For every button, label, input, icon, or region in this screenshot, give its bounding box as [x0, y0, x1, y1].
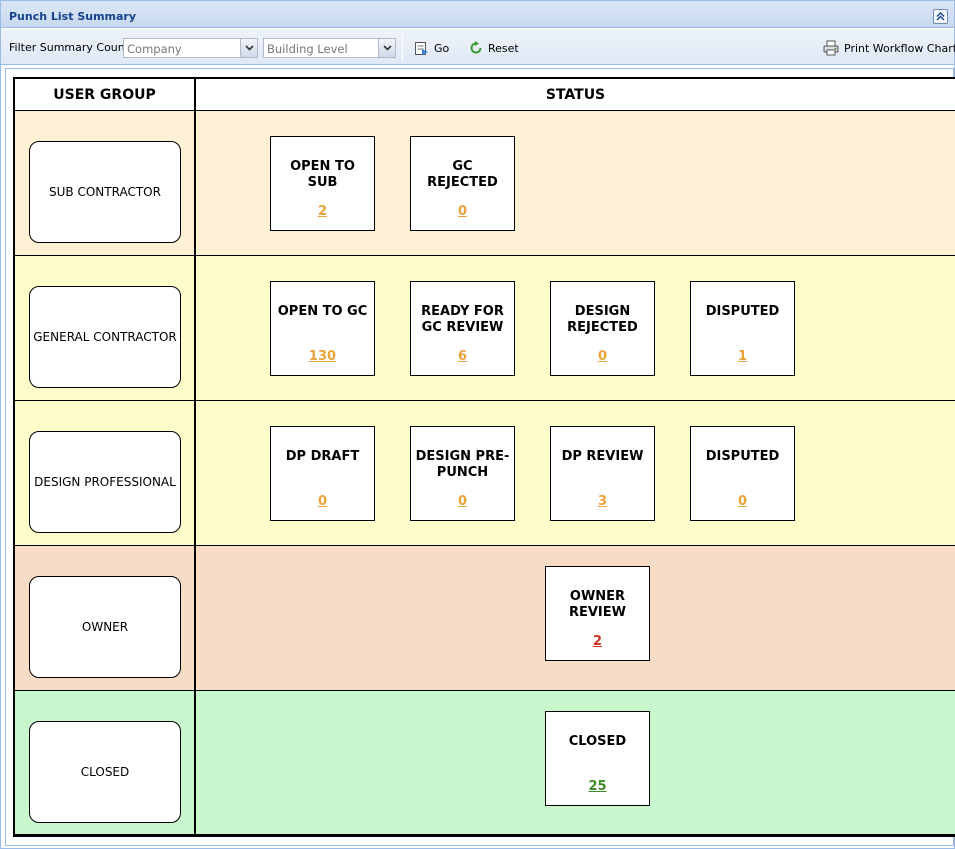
- status-card-dp-draft: DP DRAFT 0: [270, 426, 375, 521]
- building-level-select-value: Building Level: [267, 42, 348, 56]
- row-general-contractor: GENERAL CONTRACTOR OPEN TO GC 130 READY …: [15, 256, 955, 401]
- status-card-owner-review: OWNER REVIEW 2: [545, 566, 650, 661]
- user-group-general-contractor: GENERAL CONTRACTOR: [29, 286, 181, 388]
- status-card-design-pre-punch: DESIGN PRE-PUNCH 0: [410, 426, 515, 521]
- status-card-disputed: DISPUTED 0: [690, 426, 795, 521]
- status-count-link[interactable]: 0: [411, 204, 514, 219]
- user-group-closed: CLOSED: [29, 721, 181, 823]
- status-title: DISPUTED: [705, 304, 780, 319]
- status-card-open-to-gc: OPEN TO GC 130: [270, 281, 375, 376]
- status-title: DESIGN PRE-PUNCH: [415, 449, 510, 480]
- panel-header: Punch List Summary: [1, 1, 954, 28]
- column-divider: [194, 79, 196, 835]
- row-sub-contractor: SUB CONTRACTOR OPEN TO SUB 2 GC REJECTED…: [15, 111, 955, 256]
- status-count-link[interactable]: 3: [551, 494, 654, 509]
- column-header-user-group: USER GROUP: [15, 79, 194, 111]
- status-title: GC REJECTED: [427, 159, 498, 190]
- filter-toolbar: Filter Summary Count: Company Building L…: [1, 29, 955, 65]
- user-group-owner: OWNER: [29, 576, 181, 678]
- building-level-select[interactable]: Building Level: [263, 38, 396, 58]
- company-dropdown-trigger[interactable]: [240, 39, 257, 57]
- status-card-ready-for-gc-review: READY FOR GC REVIEW 6: [410, 281, 515, 376]
- go-icon: [415, 41, 428, 55]
- status-card-closed: CLOSED 25: [545, 711, 650, 806]
- status-count-link[interactable]: 0: [411, 494, 514, 509]
- status-title: DP REVIEW: [561, 449, 644, 464]
- row-closed: CLOSED CLOSED 25: [15, 691, 955, 835]
- user-group-sub-contractor: SUB CONTRACTOR: [29, 141, 181, 243]
- status-count-link[interactable]: 130: [271, 349, 374, 364]
- reset-label: Reset: [488, 41, 519, 55]
- collapse-button[interactable]: [933, 9, 948, 24]
- user-group-design-professional: DESIGN PROFESSIONAL: [29, 431, 181, 533]
- double-chevron-up-icon: [936, 12, 945, 21]
- row-design-professional: DESIGN PROFESSIONAL DP DRAFT 0 DESIGN PR…: [15, 401, 955, 546]
- status-title: DESIGN REJECTED: [567, 304, 638, 335]
- status-title: OWNER REVIEW: [568, 589, 626, 620]
- company-select[interactable]: Company: [123, 38, 258, 58]
- row-owner: OWNER OWNER REVIEW 2: [15, 546, 955, 691]
- reset-button[interactable]: Reset: [469, 38, 519, 58]
- status-title: OPEN TO GC: [277, 304, 368, 319]
- go-label: Go: [434, 41, 450, 55]
- panel-title: Punch List Summary: [9, 10, 137, 23]
- status-card-design-rejected: DESIGN REJECTED 0: [550, 281, 655, 376]
- status-card-open-to-sub: OPEN TO SUB 2: [270, 136, 375, 231]
- status-count-link[interactable]: 2: [271, 204, 374, 219]
- workflow-grid: USER GROUP STATUS SUB CONTRACTOR OPEN TO…: [13, 77, 955, 837]
- status-card-gc-rejected: GC REJECTED 0: [410, 136, 515, 231]
- status-count-link[interactable]: 2: [546, 634, 649, 649]
- building-level-dropdown-trigger[interactable]: [378, 39, 395, 57]
- company-select-value: Company: [127, 42, 182, 56]
- printer-icon: [823, 40, 839, 56]
- status-count-link[interactable]: 0: [691, 494, 794, 509]
- toolbar-separator: [402, 35, 403, 61]
- status-count-link[interactable]: 25: [546, 779, 649, 794]
- status-card-disputed: DISPUTED 1: [690, 281, 795, 376]
- go-button[interactable]: Go: [414, 38, 449, 58]
- print-workflow-chart-button[interactable]: Print Workflow Chart: [823, 38, 955, 58]
- status-title: DP DRAFT: [285, 449, 360, 464]
- filter-summary-label: Filter Summary Count:: [9, 41, 133, 54]
- status-title: OPEN TO SUB: [290, 159, 355, 190]
- status-count-link[interactable]: 6: [411, 349, 514, 364]
- status-title: CLOSED: [568, 734, 627, 749]
- reset-icon: [470, 41, 482, 54]
- status-count-link[interactable]: 1: [691, 349, 794, 364]
- status-count-link[interactable]: 0: [271, 494, 374, 509]
- status-card-dp-review: DP REVIEW 3: [550, 426, 655, 521]
- status-count-link[interactable]: 0: [551, 349, 654, 364]
- column-header-status: STATUS: [196, 79, 955, 111]
- status-title: READY FOR GC REVIEW: [421, 304, 504, 335]
- chevron-down-icon: [382, 45, 392, 51]
- print-workflow-chart-label: Print Workflow Chart: [844, 41, 955, 55]
- status-title: DISPUTED: [705, 449, 780, 464]
- chevron-down-icon: [244, 45, 254, 51]
